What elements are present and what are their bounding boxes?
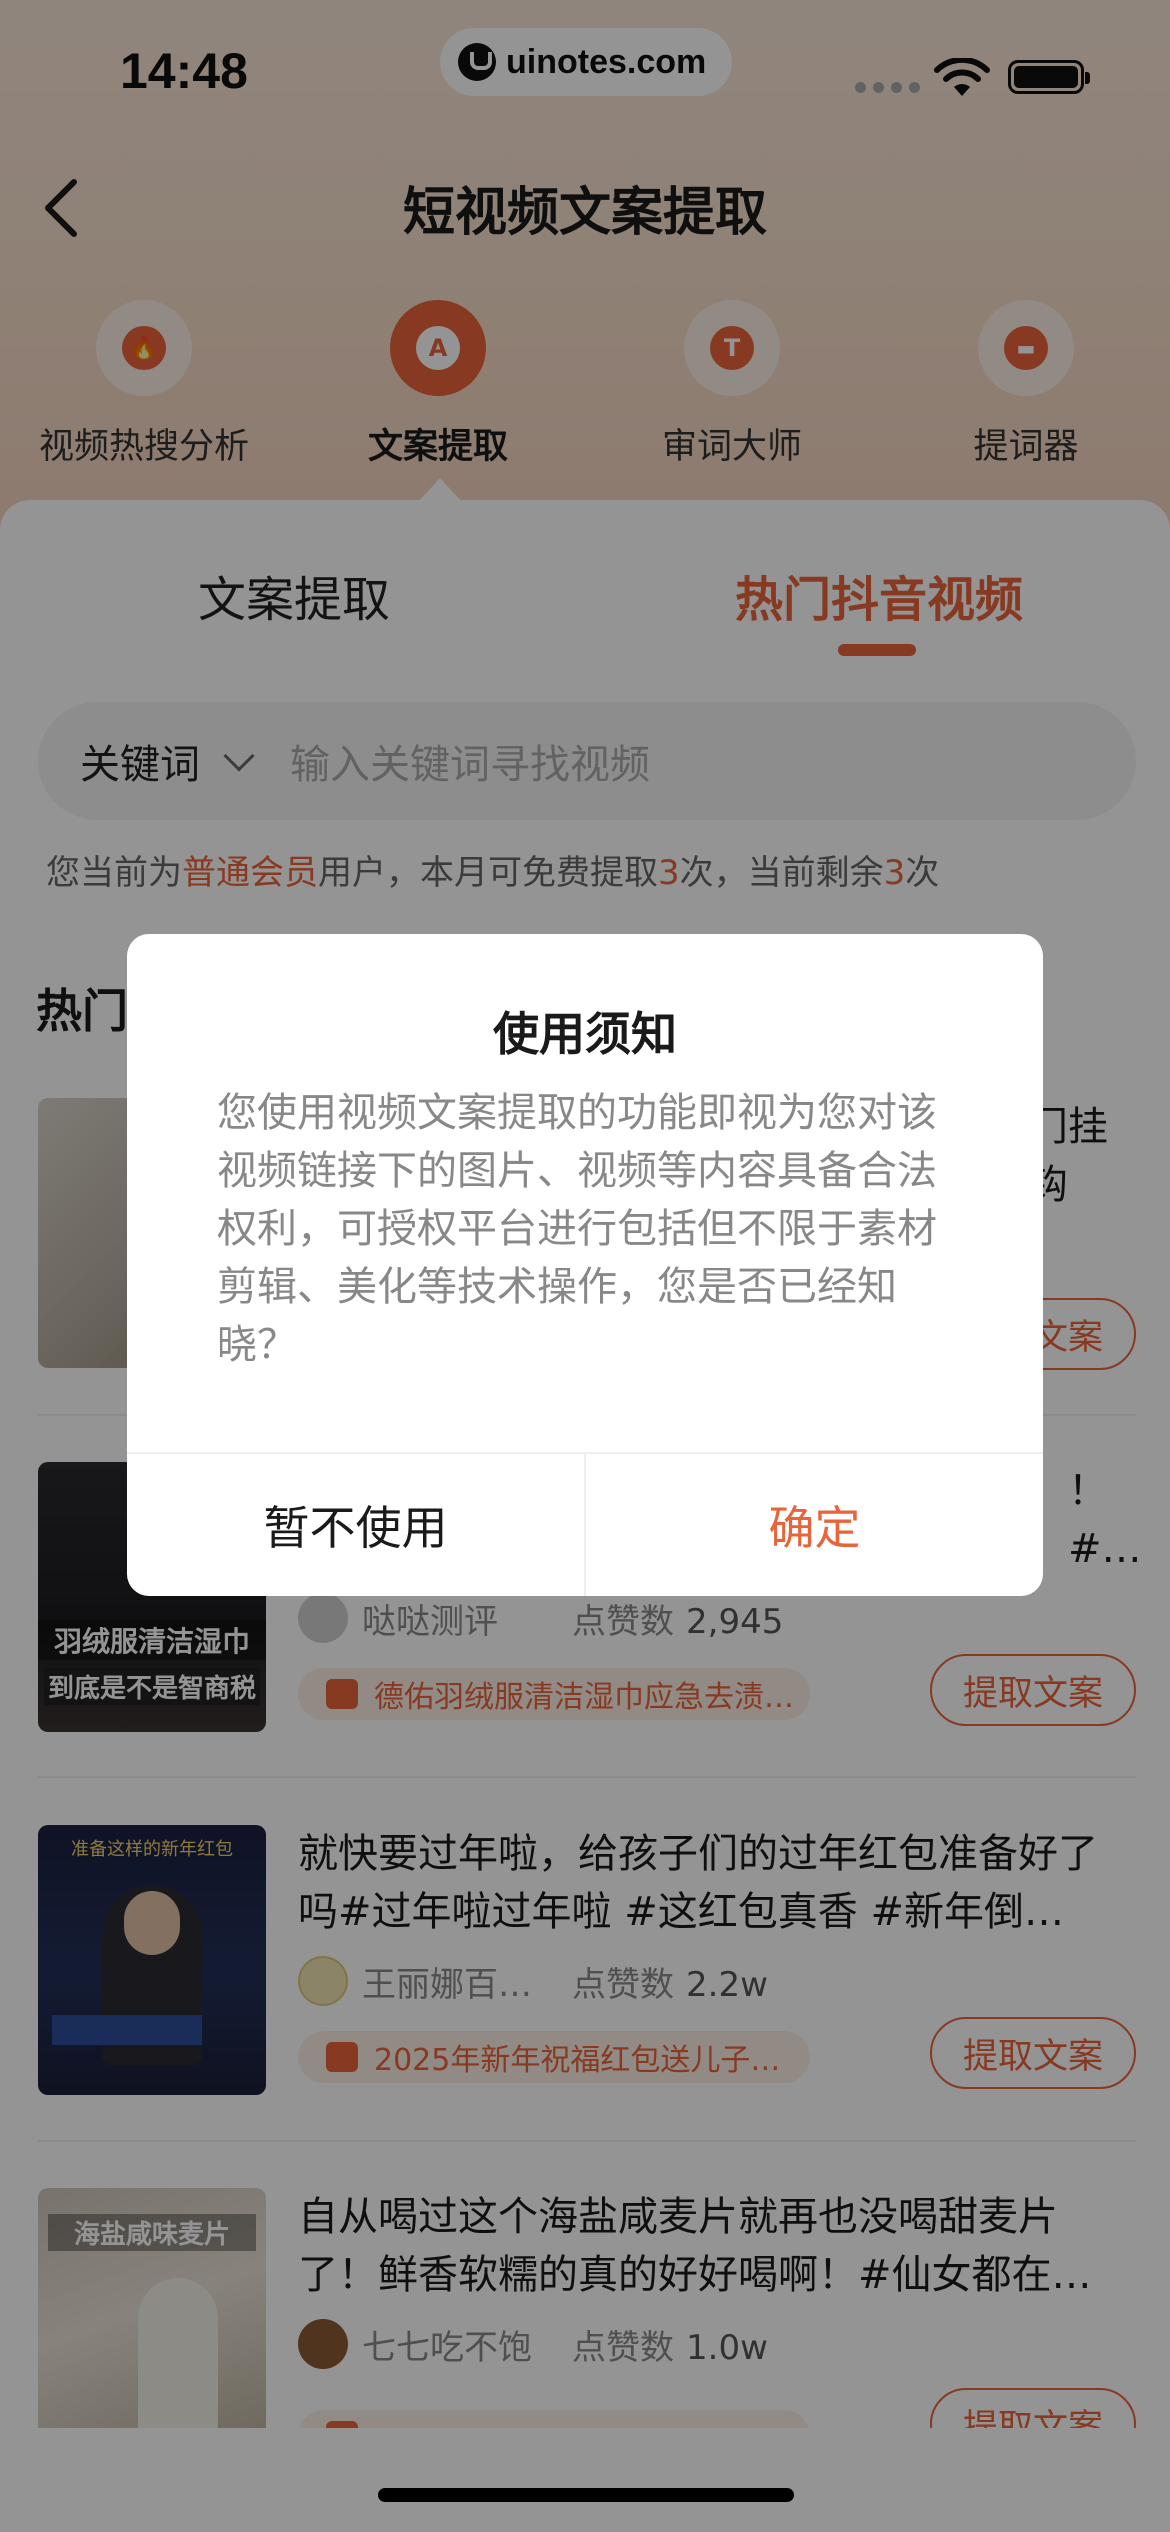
usage-notice-dialog: 使用须知 您使用视频文案提取的功能即视为您对该视频链接下的图片、视频等内容具备合…: [127, 934, 1043, 1596]
app-screen: 14:48 uinotes.com 短视频文案提取 🔥 视频热搜分析 A 文案提…: [0, 0, 1170, 2532]
confirm-button[interactable]: 确定: [586, 1454, 1043, 1596]
dialog-message: 您使用视频文案提取的功能即视为您对该视频链接下的图片、视频等内容具备合法权利，可…: [217, 1090, 937, 1368]
home-indicator[interactable]: [378, 2488, 794, 2502]
dialog-title: 使用须知: [493, 1007, 677, 1061]
cancel-button[interactable]: 暂不使用: [127, 1454, 584, 1596]
